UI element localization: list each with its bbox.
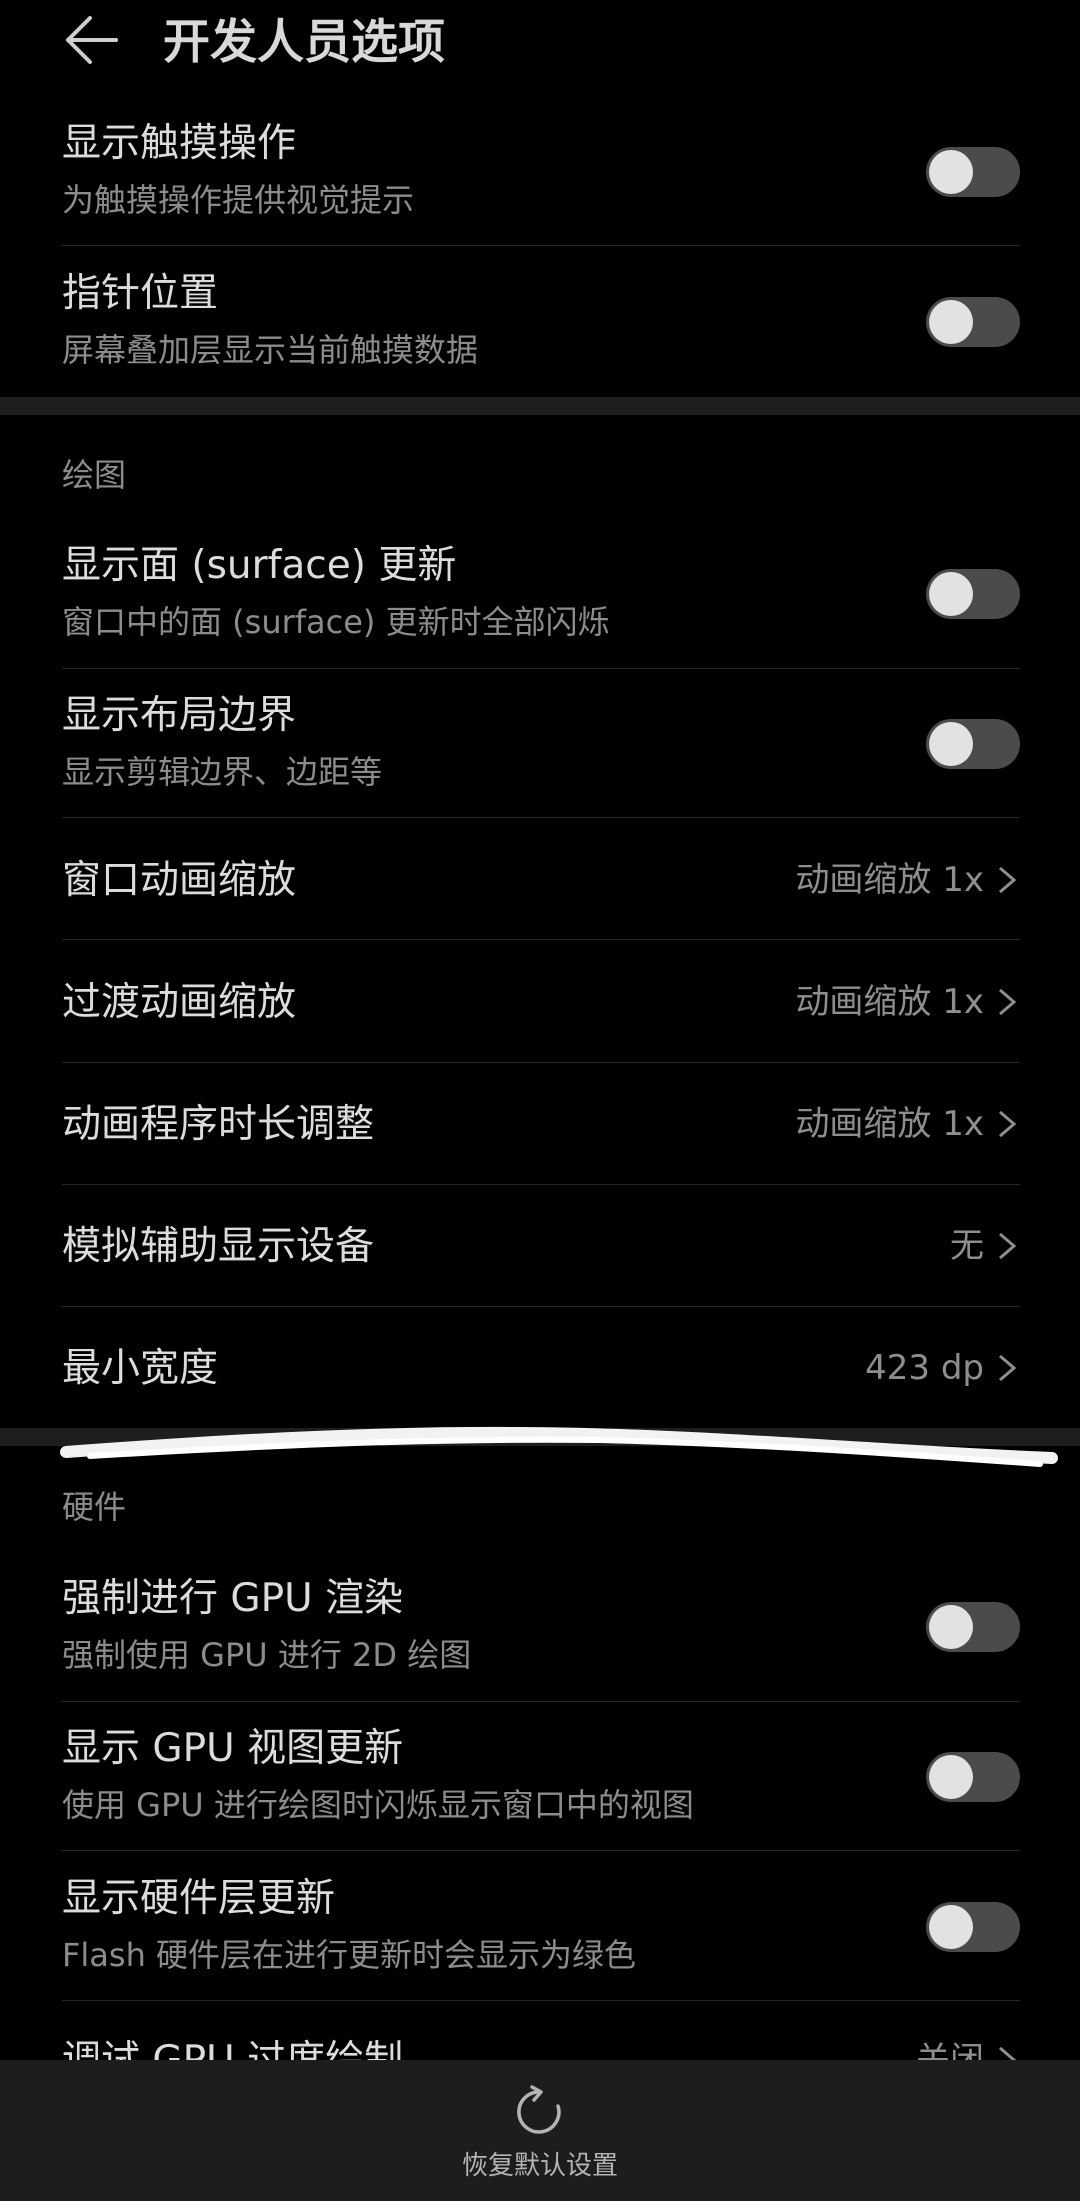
row-title: 显示 GPU 视图更新 [62, 1726, 404, 1771]
chevron-right-icon [999, 1110, 1017, 1138]
divider [62, 939, 1020, 940]
row-title: 显示触摸操作 [62, 121, 297, 166]
chevron-right-icon [999, 1232, 1017, 1260]
divider [62, 817, 1020, 818]
divider [62, 1062, 1020, 1063]
divider [62, 245, 1020, 246]
row-title: 模拟辅助显示设备 [62, 1224, 375, 1269]
chevron-right-icon [999, 2046, 1017, 2060]
chevron-right-icon [999, 1354, 1017, 1382]
divider [62, 1850, 1020, 1851]
row-subtitle: 强制使用 GPU 进行 2D 绘图 [62, 1636, 472, 1674]
row-subtitle: 为触摸操作提供视觉提示 [62, 181, 415, 219]
row-title: 显示面 (surface) 更新 [62, 543, 457, 588]
smallest-width-row[interactable]: 最小宽度 423 dp [62, 1343, 1020, 1393]
row-value: 无 [950, 1226, 984, 1266]
row-title: 最小宽度 [62, 1346, 219, 1391]
page-title: 开发人员选项 [163, 15, 445, 70]
animator-duration-scale-row[interactable]: 动画程序时长调整 动画缩放 1x [62, 1099, 1020, 1149]
divider [62, 668, 1020, 669]
show-touches-toggle[interactable] [926, 147, 1020, 197]
show-gpu-view-updates-row[interactable]: 显示 GPU 视图更新 使用 GPU 进行绘图时闪烁显示窗口中的视图 [62, 1715, 1020, 1855]
show-surface-updates-row[interactable]: 显示面 (surface) 更新 窗口中的面 (surface) 更新时全部闪烁 [62, 532, 1020, 672]
section-separator [0, 397, 1080, 415]
row-title: 显示硬件层更新 [62, 1876, 336, 1921]
row-value: 动画缩放 1x [795, 860, 984, 900]
transition-animation-scale-row[interactable]: 过渡动画缩放 动画缩放 1x [62, 977, 1020, 1027]
bottom-bar: 恢复默认设置 [0, 2060, 1080, 2201]
window-animation-scale-row[interactable]: 窗口动画缩放 动画缩放 1x [62, 855, 1020, 905]
show-layout-bounds-toggle[interactable] [926, 719, 1020, 769]
row-subtitle: Flash 硬件层在进行更新时会显示为绿色 [62, 1936, 637, 1974]
row-title: 显示布局边界 [62, 693, 297, 738]
row-subtitle: 显示剪辑边界、边距等 [62, 753, 383, 791]
restore-defaults-label: 恢复默认设置 [461, 2151, 618, 2181]
settings-list: 显示触摸操作 为触摸操作提供视觉提示 指针位置 屏幕叠加层显示当前触摸数据 绘图… [0, 0, 1080, 2060]
toggle-knob [929, 300, 973, 344]
pointer-location-toggle[interactable] [926, 297, 1020, 347]
row-subtitle: 屏幕叠加层显示当前触摸数据 [62, 331, 479, 369]
debug-gpu-overdraw-row[interactable]: 调试 GPU 过度绘制 关闭 [62, 2035, 1020, 2060]
toggle-knob [929, 150, 973, 194]
row-value: 动画缩放 1x [795, 982, 984, 1022]
chevron-right-icon [999, 988, 1017, 1016]
section-label-hardware: 硬件 [62, 1488, 127, 1526]
refresh-icon [517, 2085, 561, 2134]
toggle-knob [929, 1605, 973, 1649]
divider [62, 1701, 1020, 1702]
row-subtitle: 使用 GPU 进行绘图时闪烁显示窗口中的视图 [62, 1786, 694, 1824]
toggle-knob [929, 1755, 973, 1799]
show-gpu-view-updates-toggle[interactable] [926, 1752, 1020, 1802]
toggle-knob [929, 722, 973, 766]
row-title: 指针位置 [62, 271, 219, 316]
divider [62, 2000, 1020, 2001]
row-title: 调试 GPU 过度绘制 [62, 2035, 403, 2060]
show-layout-bounds-row[interactable]: 显示布局边界 显示剪辑边界、边距等 [62, 682, 1020, 822]
app-bar: 开发人员选项 [0, 0, 1080, 90]
arrow-left-icon[interactable] [62, 10, 122, 70]
section-label-drawing: 绘图 [62, 456, 127, 494]
divider [62, 1184, 1020, 1185]
show-hardware-layers-updates-toggle[interactable] [926, 1902, 1020, 1952]
row-title: 过渡动画缩放 [62, 980, 297, 1025]
show-touches-row[interactable]: 显示触摸操作 为触摸操作提供视觉提示 [62, 110, 1020, 250]
pointer-location-row[interactable]: 指针位置 屏幕叠加层显示当前触摸数据 [62, 260, 1020, 400]
divider [62, 1306, 1020, 1307]
simulate-secondary-displays-row[interactable]: 模拟辅助显示设备 无 [62, 1221, 1020, 1271]
show-hardware-layers-updates-row[interactable]: 显示硬件层更新 Flash 硬件层在进行更新时会显示为绿色 [62, 1865, 1020, 2005]
toggle-knob [929, 1905, 973, 1949]
row-subtitle: 窗口中的面 (surface) 更新时全部闪烁 [62, 603, 610, 641]
force-gpu-rendering-row[interactable]: 强制进行 GPU 渲染 强制使用 GPU 进行 2D 绘图 [62, 1565, 1020, 1705]
force-gpu-rendering-toggle[interactable] [926, 1602, 1020, 1652]
row-value: 关闭 [916, 2040, 984, 2060]
row-title: 动画程序时长调整 [62, 1102, 375, 1147]
row-title: 强制进行 GPU 渲染 [62, 1576, 404, 1621]
show-surface-updates-toggle[interactable] [926, 569, 1020, 619]
restore-defaults-button[interactable]: 恢复默认设置 [390, 2060, 690, 2201]
chevron-right-icon [999, 866, 1017, 894]
row-value: 动画缩放 1x [795, 1104, 984, 1144]
scribble-annotation [60, 1426, 1058, 1467]
row-value: 423 dp [865, 1348, 984, 1388]
row-title: 窗口动画缩放 [62, 858, 297, 903]
toggle-knob [929, 572, 973, 616]
